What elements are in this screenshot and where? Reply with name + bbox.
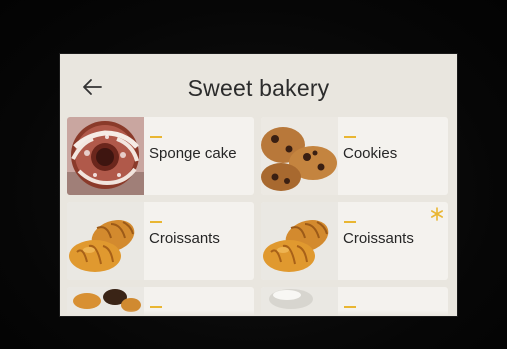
page-title: Sweet bakery [187, 75, 330, 101]
accent-line [150, 136, 162, 138]
snowflake-icon [430, 207, 443, 221]
croissants-image [67, 202, 144, 280]
product-label: Cookies [343, 145, 398, 162]
accent-line [150, 221, 162, 223]
accent-line [150, 306, 162, 308]
bundt-cake-image [67, 117, 144, 195]
scroll-fade [60, 310, 457, 316]
accent-line [344, 136, 356, 138]
product-label: Sponge cake [149, 145, 237, 162]
accent-line [344, 221, 356, 223]
product-label: Croissants [343, 230, 414, 247]
product-card-croissants-featured[interactable]: Croissants [261, 202, 448, 280]
product-label: Croissants [149, 230, 220, 247]
product-card-sponge-cake[interactable]: Sponge cake [67, 117, 254, 195]
product-card-cookies[interactable]: Cookies [261, 117, 448, 195]
accent-line [344, 306, 356, 308]
product-card-croissants[interactable]: Croissants [67, 202, 254, 280]
croissants-image [261, 202, 338, 280]
cookies-image [261, 117, 338, 195]
header: Sweet bakery [60, 54, 457, 116]
app-screen: Sweet bakery Sponge cake Cookies Croissa… [60, 54, 457, 316]
